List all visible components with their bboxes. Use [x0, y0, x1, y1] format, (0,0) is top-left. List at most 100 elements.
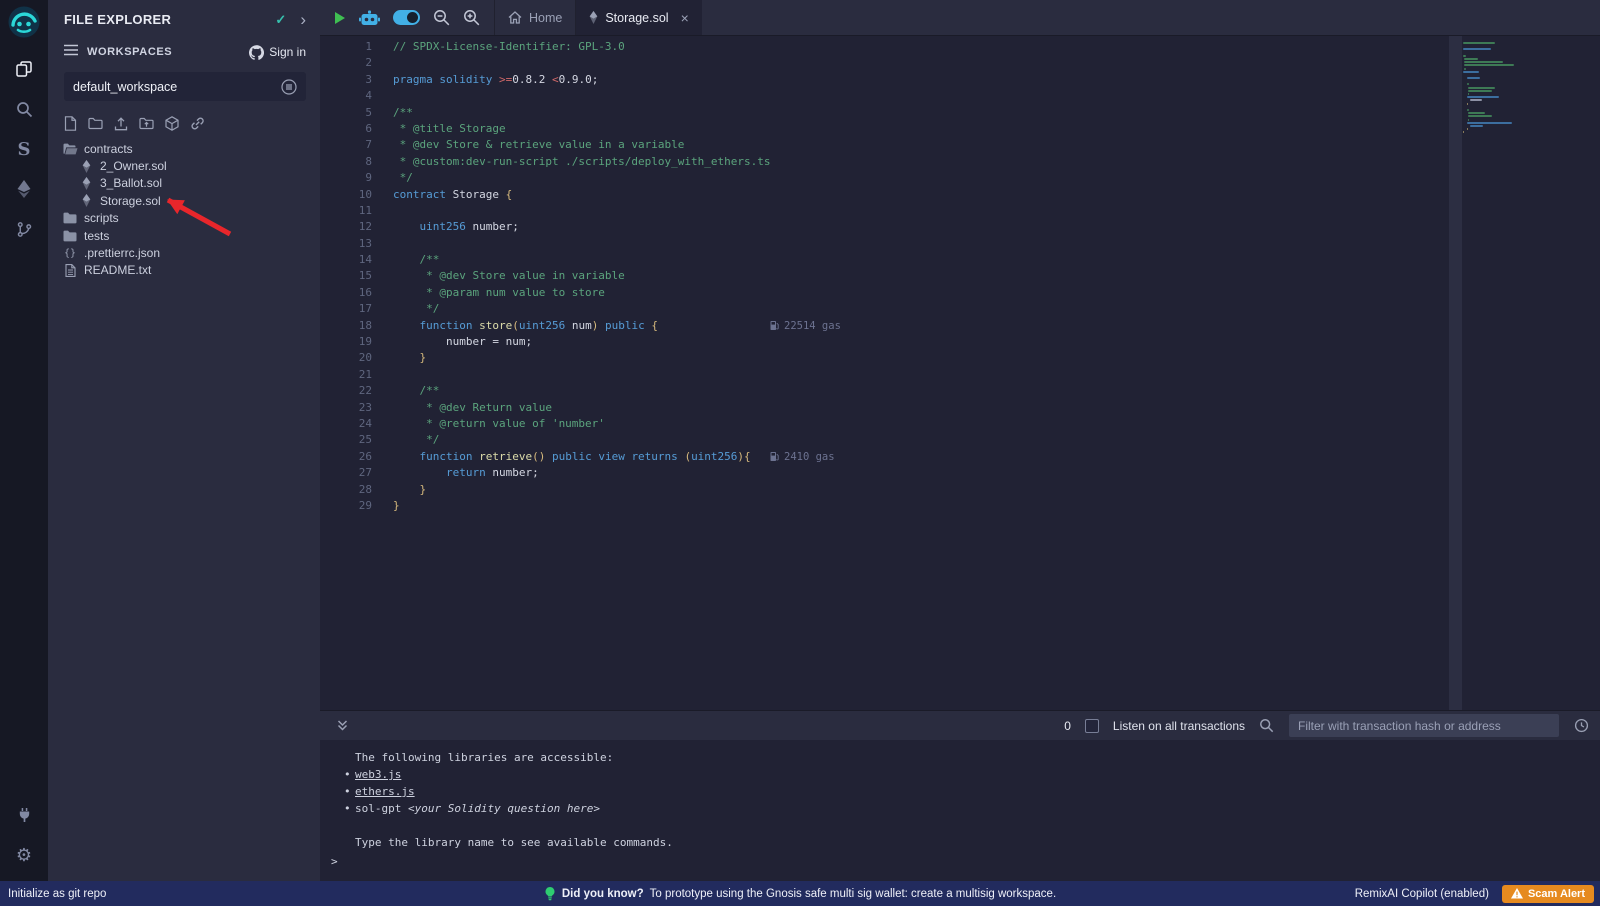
- code-line: 20 }: [320, 350, 1600, 366]
- terminal-search-icon[interactable]: [1259, 718, 1274, 733]
- upload-file-icon[interactable]: [114, 117, 128, 131]
- line-number: 10: [320, 187, 372, 203]
- terminal[interactable]: The following libraries are accessible: •…: [320, 740, 1600, 881]
- workspace-selector[interactable]: default_workspace: [64, 72, 306, 101]
- upload-folder-icon[interactable]: [139, 117, 154, 130]
- icon-rail: S ⚙: [0, 0, 48, 881]
- search-icon[interactable]: [0, 89, 48, 129]
- terminal-link[interactable]: web3.js: [355, 768, 401, 781]
- zoom-out-icon[interactable]: [433, 9, 450, 26]
- line-number: 17: [320, 301, 372, 317]
- minimap[interactable]: [1463, 42, 1525, 134]
- terminal-link[interactable]: ethers.js: [355, 785, 415, 798]
- terminal-lines: The following libraries are accessible: •…: [320, 749, 1600, 851]
- remix-logo-icon[interactable]: [7, 5, 41, 39]
- github-icon: [249, 45, 264, 60]
- workspace-options-icon[interactable]: [281, 79, 297, 95]
- deploy-run-icon[interactable]: [0, 169, 48, 209]
- new-folder-icon[interactable]: [88, 117, 103, 130]
- sol-icon: [78, 194, 94, 207]
- copilot-status[interactable]: RemixAI Copilot (enabled): [1355, 888, 1489, 900]
- file-tree-item-2-owner-sol[interactable]: 2_Owner.sol: [48, 157, 320, 174]
- chevron-right-icon[interactable]: ›: [300, 11, 306, 28]
- transaction-filter-input[interactable]: [1288, 713, 1560, 738]
- code-line: 14 /**: [320, 252, 1600, 268]
- file-tree-label: 3_Ballot.sol: [100, 176, 162, 190]
- line-number: 16: [320, 285, 372, 301]
- file-tree-item-scripts[interactable]: scripts: [48, 210, 320, 227]
- solidity-compiler-icon[interactable]: S: [0, 129, 48, 169]
- code-editor[interactable]: 1// SPDX-License-Identifier: GPL-3.023pr…: [320, 36, 1600, 710]
- tab-storage-sol[interactable]: Storage.sol ×: [575, 0, 701, 35]
- code-line: 21: [320, 367, 1600, 383]
- ai-copilot-toggle[interactable]: [393, 10, 420, 25]
- history-clock-icon[interactable]: [1574, 718, 1589, 733]
- git-init-status[interactable]: Initialize as git repo: [8, 888, 106, 900]
- file-tree-label: tests: [84, 229, 109, 243]
- terminal-line: Type the library name to see available c…: [320, 834, 1600, 851]
- plugin-manager-icon[interactable]: [0, 795, 48, 835]
- editor-scrollbar[interactable]: [1449, 36, 1462, 710]
- terminal-prompt: >: [331, 855, 338, 868]
- git-icon[interactable]: [0, 209, 48, 249]
- file-tree-item-3-ballot-sol[interactable]: 3_Ballot.sol: [48, 175, 320, 192]
- editor-tab-bar: Home Storage.sol ×: [320, 0, 1600, 36]
- listen-all-transactions-checkbox[interactable]: [1085, 719, 1099, 733]
- line-number: 12: [320, 219, 372, 235]
- code-line: 18 function store(uint256 num) public {2…: [320, 318, 1600, 334]
- code-line: 10contract Storage {: [320, 187, 1600, 203]
- code-lines: 1// SPDX-License-Identifier: GPL-3.023pr…: [320, 39, 1600, 514]
- code-line: 1// SPDX-License-Identifier: GPL-3.0: [320, 39, 1600, 55]
- code-line: 29}: [320, 498, 1600, 514]
- new-file-icon[interactable]: [64, 116, 77, 131]
- code-line: 6 * @title Storage: [320, 121, 1600, 137]
- line-number: 11: [320, 203, 372, 219]
- line-number: 2: [320, 55, 372, 71]
- line-number: 1: [320, 39, 372, 55]
- workspaces-label: WORKSPACES: [87, 46, 172, 58]
- file-tree-item-readme-txt[interactable]: README.txt: [48, 262, 320, 279]
- line-number: 18: [320, 318, 372, 334]
- run-script-icon[interactable]: [334, 11, 346, 25]
- code-line: 13: [320, 236, 1600, 252]
- ai-copilot-icon[interactable]: [359, 10, 380, 26]
- terminal-line: •ethers.js: [320, 783, 1600, 800]
- code-line: 2: [320, 55, 1600, 71]
- tab-storage-label: Storage.sol: [605, 11, 668, 25]
- file-tree: contracts2_Owner.sol 3_Ballot.sol Storage.…: [48, 140, 320, 279]
- line-number: 4: [320, 88, 372, 104]
- file-explorer-icon[interactable]: [0, 49, 48, 89]
- remix-ide-window: S ⚙: [0, 0, 1600, 919]
- zoom-in-icon[interactable]: [463, 9, 480, 26]
- code-line: 12 uint256 number;: [320, 219, 1600, 235]
- sign-in-button[interactable]: Sign in: [249, 45, 306, 60]
- sol-icon: [78, 177, 94, 190]
- workspaces-menu-icon[interactable]: [64, 43, 78, 61]
- link-icon[interactable]: [190, 116, 205, 131]
- close-tab-icon[interactable]: ×: [681, 10, 689, 26]
- workspace-name: default_workspace: [73, 80, 281, 94]
- tab-home[interactable]: Home: [494, 0, 575, 35]
- file-tree-item-contracts[interactable]: contracts: [48, 140, 320, 157]
- file-tree-item-prettierrc-json[interactable]: {}.prettierrc.json: [48, 244, 320, 261]
- check-icon: ✓: [275, 12, 286, 28]
- line-number: 29: [320, 498, 372, 514]
- file-tree-item-tests[interactable]: tests: [48, 227, 320, 244]
- code-line: 26 function retrieve() public view retur…: [320, 449, 1600, 465]
- sol-icon: [78, 160, 94, 173]
- line-number: 20: [320, 350, 372, 366]
- code-line: 8 * @custom:dev-run-script ./scripts/dep…: [320, 154, 1600, 170]
- code-line: 24 * @return value of 'number': [320, 416, 1600, 432]
- solidity-file-icon: [589, 11, 598, 24]
- code-line: 23 * @dev Return value: [320, 400, 1600, 416]
- terminal-line: The following libraries are accessible:: [320, 749, 1600, 766]
- terminal-collapse-icon[interactable]: [336, 719, 349, 732]
- scam-alert-button[interactable]: Scam Alert: [1502, 885, 1594, 903]
- code-line: 28 }: [320, 482, 1600, 498]
- line-number: 15: [320, 268, 372, 284]
- file-tree-item-storage-sol[interactable]: Storage.sol: [48, 192, 320, 209]
- publish-to-ipfs-icon[interactable]: [165, 116, 179, 131]
- tab-home-label: Home: [529, 11, 562, 25]
- file-tree-label: README.txt: [84, 263, 151, 277]
- settings-gear-icon[interactable]: ⚙: [0, 835, 48, 875]
